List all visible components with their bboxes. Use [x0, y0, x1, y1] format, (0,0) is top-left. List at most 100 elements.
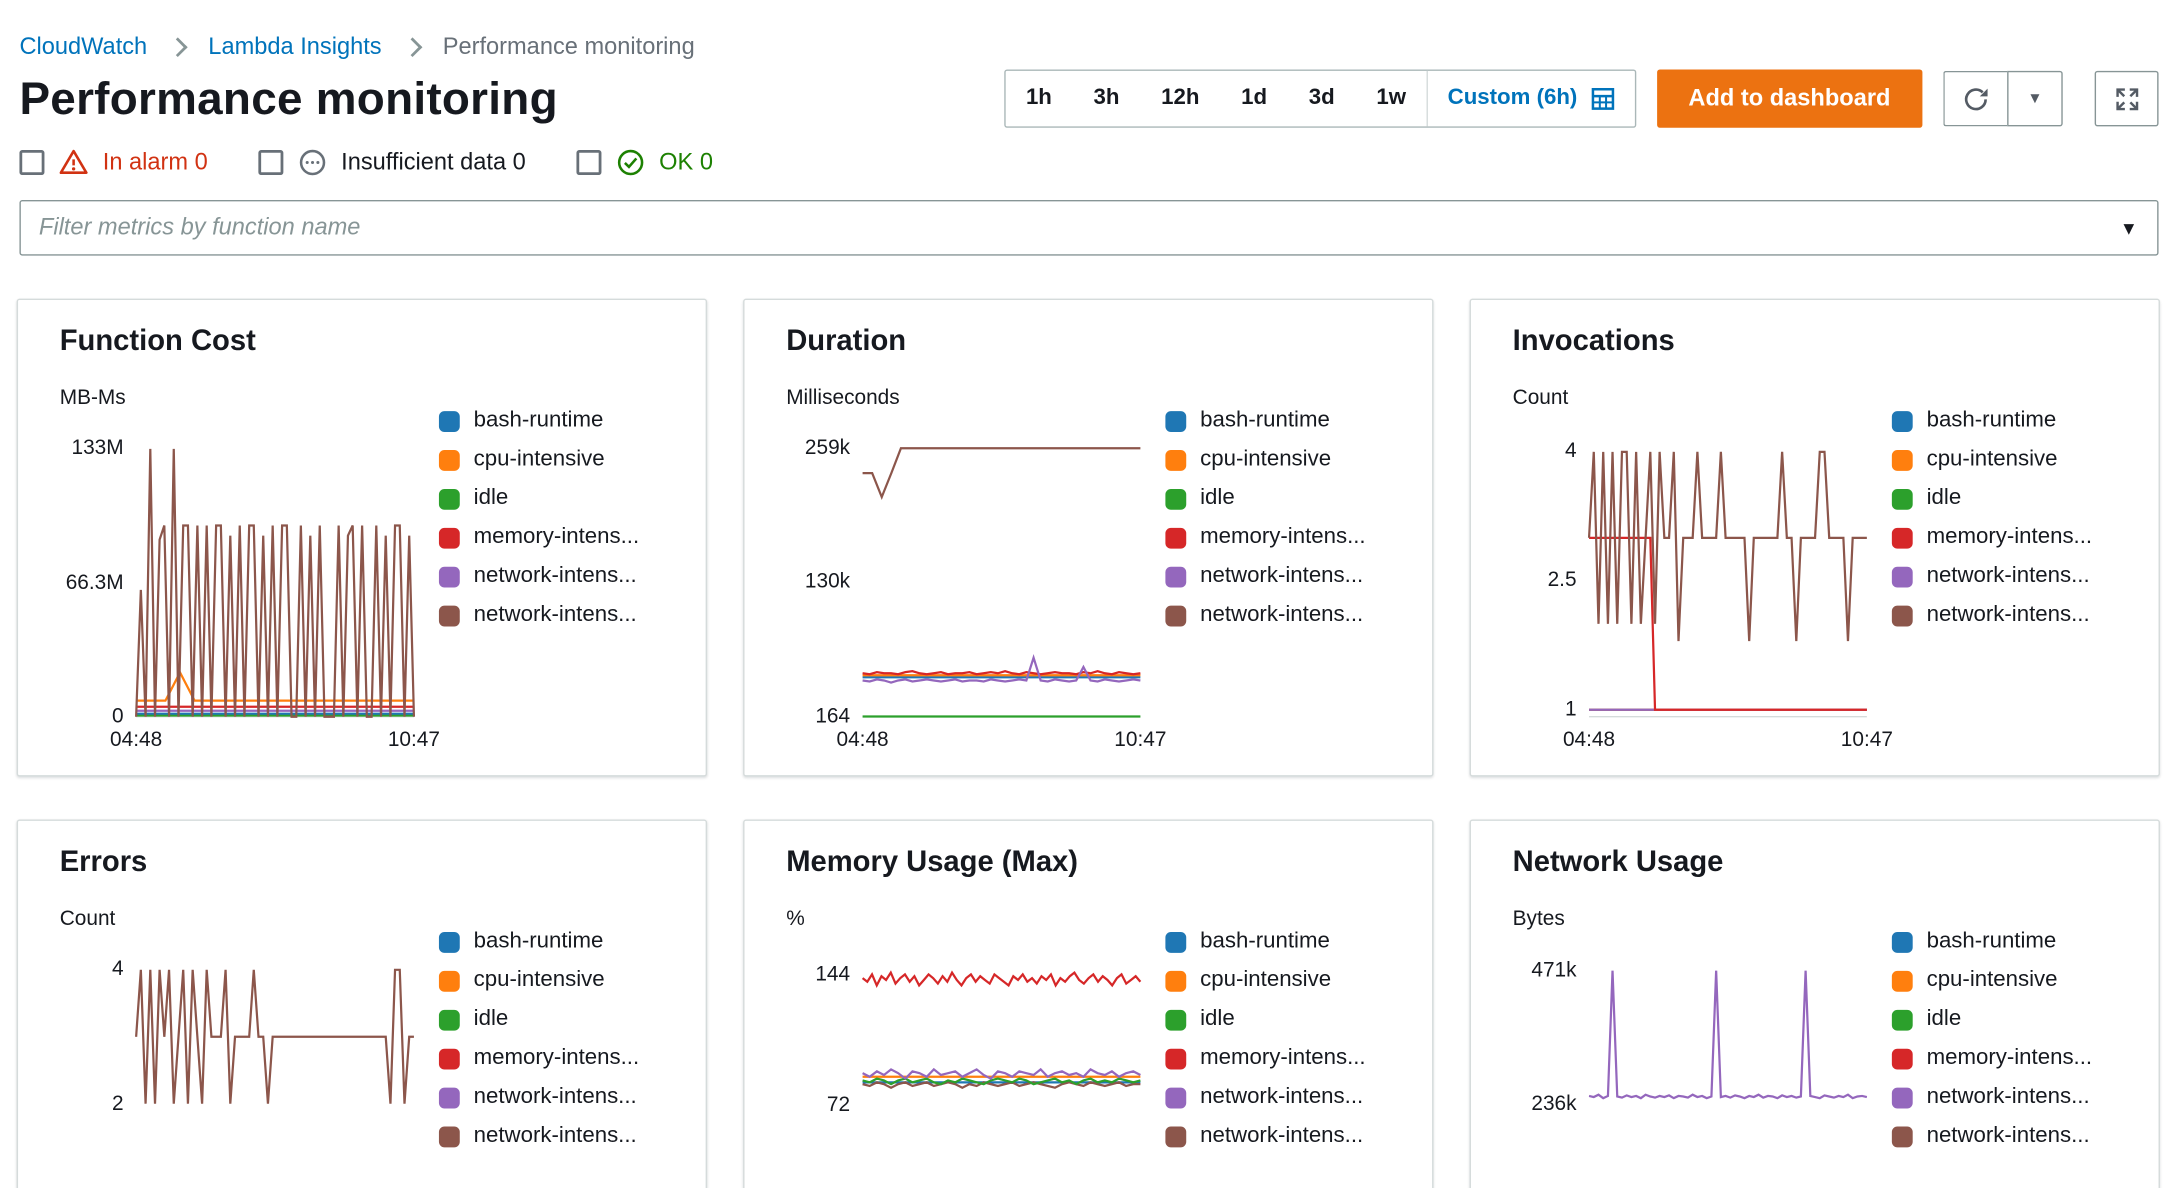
chart-plot[interactable]: [862, 439, 1141, 718]
chart-plot[interactable]: [1588, 960, 1868, 1188]
time-range-button-1h[interactable]: 1h: [1005, 72, 1073, 125]
legend-item[interactable]: bash-runtime: [438, 408, 639, 433]
time-range-button-1d[interactable]: 1d: [1220, 72, 1288, 125]
legend-swatch: [438, 488, 460, 510]
time-range-button-3d[interactable]: 3d: [1288, 72, 1356, 125]
legend-item[interactable]: memory-intens...: [1165, 525, 1366, 550]
time-range-button-1w[interactable]: 1w: [1356, 72, 1427, 125]
time-range-button-3h[interactable]: 3h: [1073, 72, 1141, 125]
legend-swatch: [1891, 527, 1913, 548]
legend-item[interactable]: network-intens...: [1165, 564, 1365, 589]
chart-canvas: [135, 968, 414, 1104]
legend-item[interactable]: cpu-intensive: [1165, 447, 1365, 472]
filter-metrics-input[interactable]: [19, 200, 2159, 256]
series-network-intensive-a: [862, 653, 1141, 684]
legend-label: network-intens...: [473, 602, 637, 627]
refresh-button[interactable]: [1943, 70, 2008, 127]
legend-label: memory-intens...: [1200, 1045, 1366, 1070]
series-memory-intensive: [862, 670, 1141, 676]
legend-item[interactable]: idle: [1891, 1007, 2092, 1032]
legend-label: cpu-intensive: [1200, 968, 1332, 992]
legend-item[interactable]: cpu-intensive: [1891, 447, 2092, 472]
legend-label: network-intens...: [473, 1084, 637, 1109]
insufficient-data-icon: [299, 149, 325, 176]
legend-item[interactable]: idle: [1165, 486, 1365, 511]
legend-swatch: [1891, 1125, 1913, 1147]
legend-item[interactable]: cpu-intensive: [1165, 968, 1365, 993]
breadcrumb: CloudWatch Lambda Insights Performance m…: [0, 0, 2178, 64]
time-range-button-12h[interactable]: 12h: [1140, 72, 1220, 125]
legend-item[interactable]: bash-runtime: [1165, 929, 1365, 954]
legend-item[interactable]: cpu-intensive: [438, 968, 639, 993]
chart-title: Network Usage: [1512, 845, 1724, 878]
expand-icon: [2115, 87, 2138, 110]
legend-item[interactable]: network-intens...: [438, 1084, 639, 1110]
legend-item[interactable]: idle: [1891, 486, 2092, 511]
legend-item[interactable]: memory-intens...: [438, 525, 639, 550]
custom-range-button[interactable]: Custom (6h): [1428, 86, 1634, 111]
chart-unit-label: Bytes: [1512, 907, 1565, 931]
ok-check-icon: [617, 149, 643, 176]
alarm-filter-insufficient: Insufficient data 0: [257, 147, 526, 178]
fullscreen-button[interactable]: [2094, 70, 2159, 127]
legend-swatch: [438, 970, 460, 992]
legend-item[interactable]: network-intens...: [1891, 603, 2092, 628]
refresh-options-button[interactable]: ▼: [2007, 70, 2063, 127]
legend-label: idle: [1926, 1007, 1962, 1031]
y-axis-tick: 236k: [1531, 1091, 1577, 1115]
legend-item[interactable]: network-intens...: [1165, 1124, 1365, 1149]
legend-item[interactable]: memory-intens...: [1891, 1046, 2092, 1071]
chevron-right-icon: [402, 37, 422, 58]
x-axis-tick: 04:48: [1562, 727, 1616, 752]
breadcrumb-cloudwatch[interactable]: CloudWatch: [19, 33, 147, 61]
legend-swatch: [1891, 410, 1913, 432]
legend-item[interactable]: bash-runtime: [1165, 408, 1365, 433]
chart-plot[interactable]: [135, 960, 414, 1188]
legend-label: bash-runtime: [1926, 929, 2057, 953]
legend-item[interactable]: network-intens...: [438, 602, 639, 628]
y-axis-tick: 4: [112, 957, 124, 981]
legend-item[interactable]: bash-runtime: [1891, 929, 2092, 954]
legend-item[interactable]: cpu-intensive: [438, 447, 639, 472]
legend-item[interactable]: network-intens...: [1891, 1124, 2092, 1149]
legend-item[interactable]: idle: [1165, 1007, 1365, 1032]
legend-item[interactable]: cpu-intensive: [1891, 968, 2092, 993]
legend-item[interactable]: network-intens...: [438, 1124, 639, 1149]
legend-swatch: [1165, 1086, 1187, 1108]
legend-label: bash-runtime: [473, 408, 604, 432]
chart-plot[interactable]: [135, 439, 416, 718]
legend-item[interactable]: bash-runtime: [1891, 408, 2092, 433]
legend-label: network-intens...: [1926, 1084, 2090, 1109]
ok-checkbox[interactable]: [575, 150, 601, 176]
legend-item[interactable]: idle: [438, 486, 639, 511]
breadcrumb-lambda-insights[interactable]: Lambda Insights: [208, 33, 381, 61]
y-axis-tick: 4: [1564, 439, 1577, 463]
legend-swatch: [1891, 970, 1913, 992]
legend-swatch: [1891, 1086, 1913, 1108]
legend-item[interactable]: idle: [438, 1007, 639, 1032]
insufficient-data-checkbox[interactable]: [257, 150, 283, 176]
legend-swatch: [1165, 410, 1187, 432]
legend-item[interactable]: network-intens...: [1165, 603, 1365, 628]
in-alarm-checkbox[interactable]: [19, 150, 45, 176]
chart-canvas: [1588, 970, 1868, 1100]
charts-grid: Function Cost MB-Ms 133M 66.3M 0 04:48 10:47 ba…: [0, 256, 2178, 1188]
filter-wrap: ▼: [19, 200, 2159, 256]
legend-item[interactable]: network-intens...: [1891, 564, 2092, 589]
insufficient-data-label: Insufficient data 0: [341, 148, 526, 176]
legend-item[interactable]: network-intens...: [1891, 1084, 2092, 1110]
legend-item[interactable]: memory-intens...: [1165, 1045, 1366, 1071]
chart-plot[interactable]: [1587, 439, 1867, 718]
legend-item[interactable]: bash-runtime: [438, 929, 639, 954]
legend-label: bash-runtime: [1200, 929, 1330, 953]
legend-item[interactable]: memory-intens...: [438, 1046, 639, 1071]
legend-swatch: [1165, 1125, 1187, 1147]
y-axis-tick: 144: [815, 961, 851, 986]
legend-item[interactable]: memory-intens...: [1891, 525, 2092, 550]
chart-card-3: Invocations Count 4 2.5 1 04:48 10:47 bash-runt…: [1469, 298, 2160, 777]
add-to-dashboard-button[interactable]: Add to dashboard: [1656, 69, 1923, 128]
legend-swatch: [1165, 1048, 1187, 1069]
legend-item[interactable]: network-intens...: [1165, 1085, 1365, 1110]
chart-plot[interactable]: [861, 960, 1142, 1188]
legend-item[interactable]: network-intens...: [438, 564, 639, 589]
